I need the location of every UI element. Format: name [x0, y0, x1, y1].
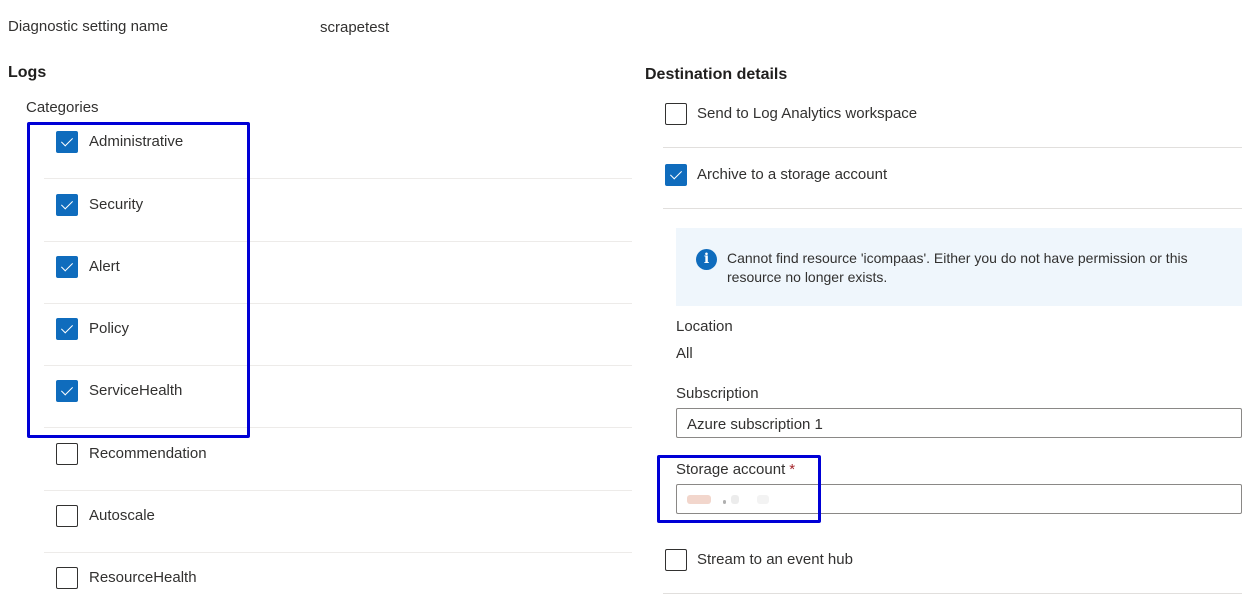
- category-label: Recommendation: [89, 445, 207, 462]
- logs-title: Logs: [8, 64, 47, 81]
- info-message-box: i Cannot find resource 'icompaas'. Eithe…: [676, 228, 1242, 306]
- log-analytics-option[interactable]: Send to Log Analytics workspace: [663, 87, 1242, 148]
- location-value: All: [676, 345, 693, 362]
- info-message-text: Cannot find resource 'icompaas'. Either …: [727, 250, 1188, 285]
- checkbox-autoscale[interactable]: [56, 505, 78, 527]
- category-autoscale[interactable]: Autoscale: [44, 491, 632, 553]
- location-label: Location: [676, 318, 733, 335]
- checkbox-resourcehealth[interactable]: [56, 567, 78, 589]
- diagnostic-setting-name-value: scrapetest: [320, 19, 390, 36]
- categories-label: Categories: [26, 99, 99, 116]
- checkbox-event-hub[interactable]: [665, 549, 687, 571]
- subscription-dropdown[interactable]: Azure subscription 1: [676, 408, 1242, 438]
- category-recommendation[interactable]: Recommendation: [44, 429, 632, 491]
- checkbox-storage-archive[interactable]: [665, 164, 687, 186]
- event-hub-label: Stream to an event hub: [697, 551, 853, 568]
- storage-archive-option[interactable]: Archive to a storage account: [663, 148, 1242, 209]
- log-analytics-label: Send to Log Analytics workspace: [697, 105, 918, 122]
- category-resourcehealth[interactable]: ResourceHealth: [44, 553, 632, 605]
- checkbox-log-analytics[interactable]: [665, 103, 687, 125]
- info-icon: i: [696, 249, 717, 270]
- subscription-label: Subscription: [676, 385, 759, 402]
- highlight-box-storage-account: [657, 455, 821, 523]
- storage-archive-label: Archive to a storage account: [697, 166, 888, 183]
- category-label: Autoscale: [89, 507, 155, 524]
- checkbox-recommendation[interactable]: [56, 443, 78, 465]
- diagnostic-setting-name-label: Diagnostic setting name: [8, 18, 169, 35]
- highlight-box-categories: [27, 122, 250, 438]
- destination-title: Destination details: [645, 66, 788, 83]
- event-hub-option[interactable]: Stream to an event hub: [663, 533, 1242, 594]
- category-label: ResourceHealth: [89, 569, 197, 586]
